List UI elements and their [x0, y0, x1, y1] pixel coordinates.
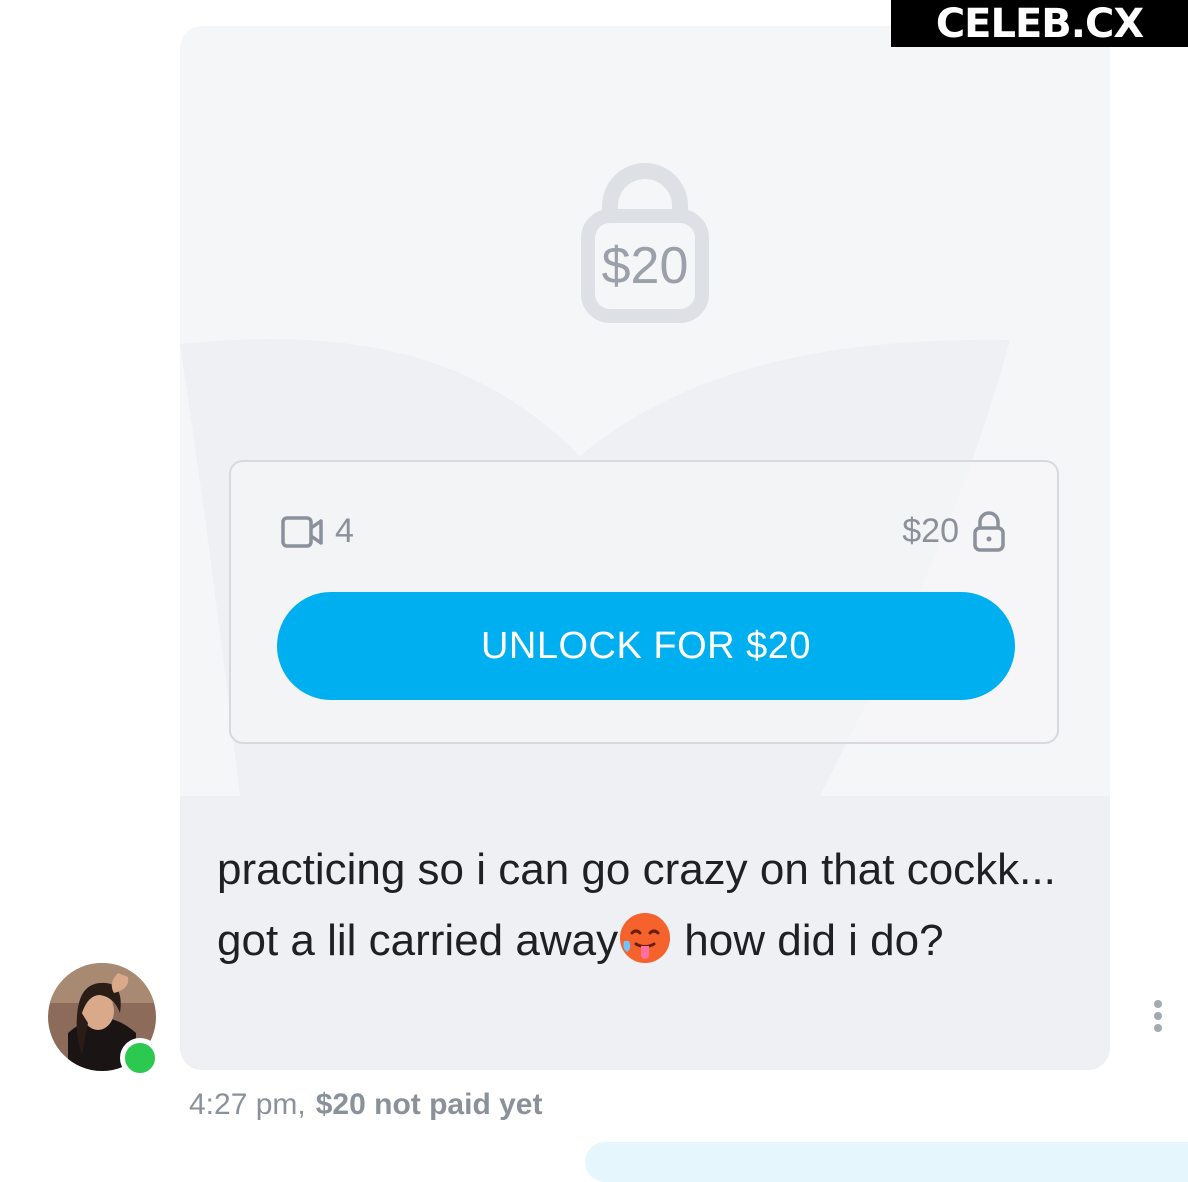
message-text-area: practicing so i can go crazy on that coc…	[180, 796, 1110, 1070]
hot-face-emoji-icon	[620, 913, 671, 963]
lock-price-label: $20	[601, 237, 689, 295]
message-bubble: $20 4 $20 UNLOCK FOR $20 practicing so i…	[180, 26, 1110, 1070]
media-count-value: 4	[335, 512, 354, 550]
lock-icon	[973, 511, 1005, 552]
price-indicator: $20	[902, 510, 1005, 552]
locked-media-preview: $20 4 $20 UNLOCK FOR $20	[180, 26, 1110, 796]
message-text-part2: how did i do?	[672, 916, 944, 965]
video-camera-icon	[281, 515, 323, 548]
unlock-button[interactable]: UNLOCK FOR $20	[277, 592, 1015, 700]
next-message-bubble	[585, 1142, 1188, 1182]
media-count: 4	[281, 512, 354, 551]
vertical-dots-icon[interactable]	[1144, 998, 1172, 1038]
price-value: $20	[902, 511, 959, 550]
unlock-panel: 4 $20 UNLOCK FOR $20	[229, 460, 1059, 744]
payment-status: $20 not paid yet	[315, 1088, 543, 1121]
watermark: CELEB.CX	[891, 0, 1188, 47]
online-status-indicator	[120, 1038, 160, 1078]
message-meta: 4:27 pm, $20 not paid yet	[189, 1088, 542, 1122]
message-text: practicing so i can go crazy on that coc…	[217, 834, 1077, 976]
message-time: 4:27 pm,	[189, 1088, 306, 1121]
